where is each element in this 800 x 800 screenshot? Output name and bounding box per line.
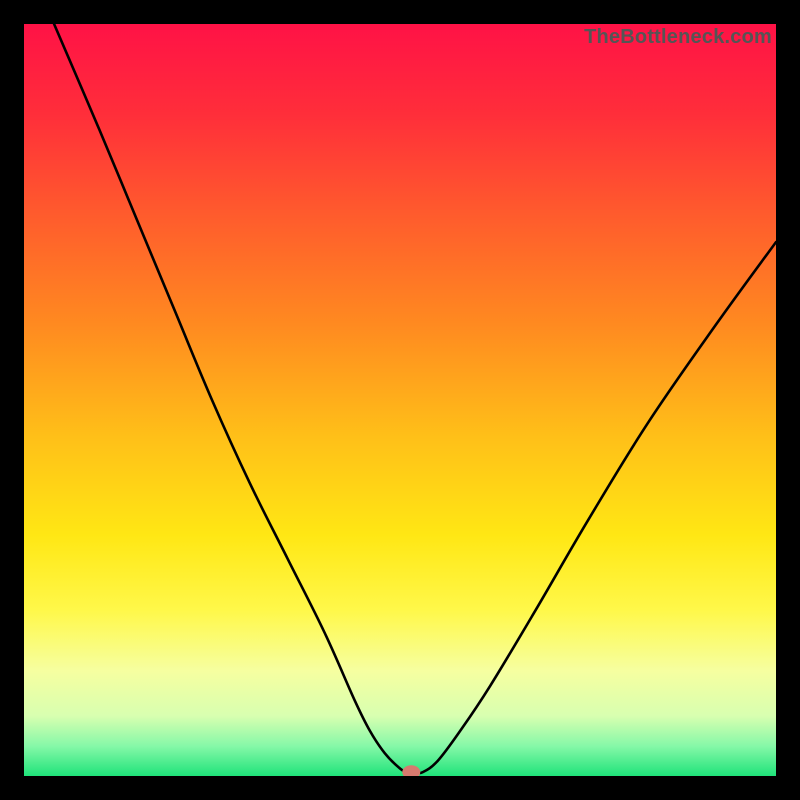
chart-svg [24, 24, 776, 776]
chart-frame: TheBottleneck.com [0, 0, 800, 800]
chart-plot-area: TheBottleneck.com [24, 24, 776, 776]
watermark-label: TheBottleneck.com [584, 26, 772, 49]
